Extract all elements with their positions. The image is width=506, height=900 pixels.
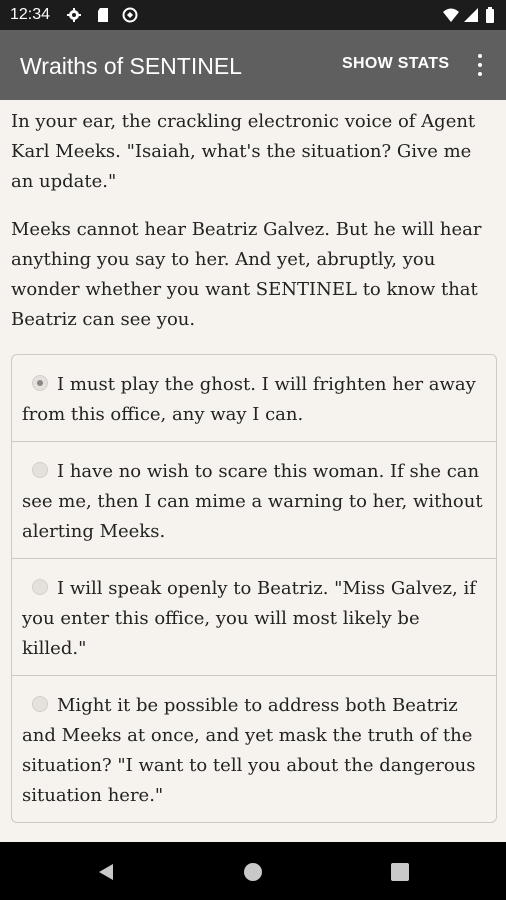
recents-icon[interactable] xyxy=(390,862,410,882)
choice-option-text: I must play the ghost. I will frighten h… xyxy=(22,374,476,425)
story-content: In your ear, the crackling electronic vo… xyxy=(0,100,506,842)
radio-button[interactable] xyxy=(32,579,48,595)
home-icon[interactable] xyxy=(243,862,263,882)
choice-list: I must play the ghost. I will frighten h… xyxy=(11,354,497,823)
story-paragraph: In your ear, the crackling electronic vo… xyxy=(11,111,476,192)
choice-option[interactable]: I will speak openly to Beatriz. "Miss Ga… xyxy=(12,558,496,675)
radio-button[interactable] xyxy=(32,462,48,478)
back-icon[interactable] xyxy=(96,862,116,882)
wifi-icon xyxy=(443,8,459,22)
navigation-bar xyxy=(0,842,506,900)
choice-option[interactable]: Might it be possible to address both Bea… xyxy=(12,675,496,822)
battery-icon xyxy=(486,7,494,23)
choice-option-text: Might it be possible to address both Bea… xyxy=(22,695,476,806)
status-bar: 12:34 xyxy=(0,0,506,30)
choice-option[interactable]: I must play the ghost. I will frighten h… xyxy=(12,355,496,441)
more-vert-icon[interactable] xyxy=(470,52,490,80)
choice-option-text: I will speak openly to Beatriz. "Miss Ga… xyxy=(22,578,476,659)
status-time: 12:34 xyxy=(10,6,51,23)
cellular-icon xyxy=(464,8,478,22)
sd-card-icon xyxy=(98,8,108,22)
app-bar: Wraiths of SENTINEL SHOW STATS xyxy=(0,30,506,100)
choice-option[interactable]: I have no wish to scare this woman. If s… xyxy=(12,441,496,558)
radio-button[interactable] xyxy=(32,696,48,712)
app-title: Wraiths of SENTINEL xyxy=(20,53,242,79)
gear-icon xyxy=(67,8,81,22)
story-paragraph: Meeks cannot hear Beatriz Galvez. But he… xyxy=(11,219,482,330)
choice-option-text: I have no wish to scare this woman. If s… xyxy=(22,461,483,542)
sync-icon xyxy=(122,7,138,23)
radio-button-selected[interactable] xyxy=(32,375,48,391)
show-stats-button[interactable]: SHOW STATS xyxy=(342,55,449,73)
